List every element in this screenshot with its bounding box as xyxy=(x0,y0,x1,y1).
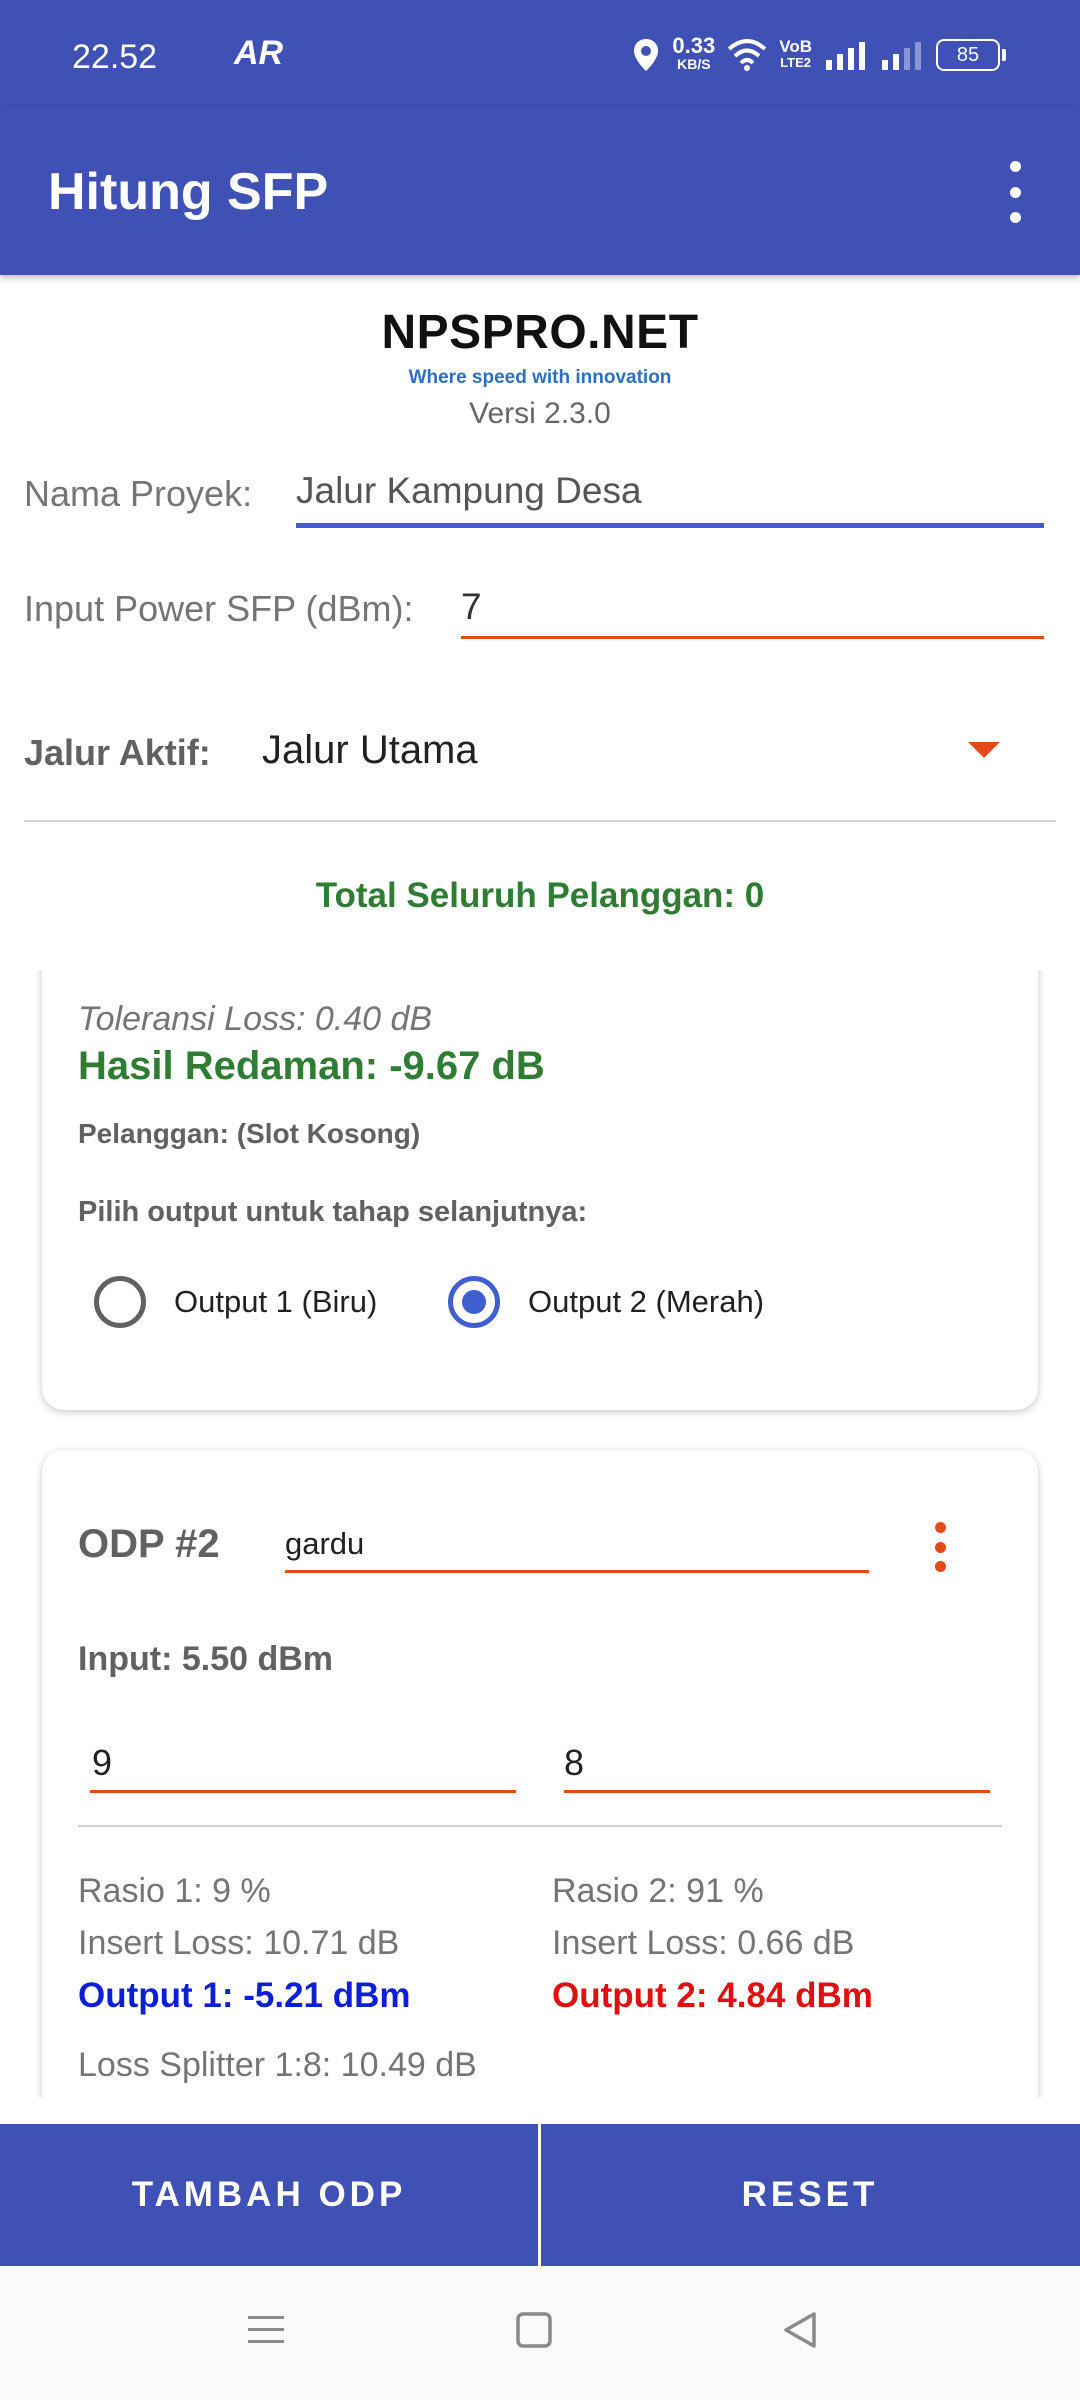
output-1-power: Output 1: -5.21 dBm xyxy=(78,1976,411,2015)
ratio-input-1-underline xyxy=(90,1790,516,1793)
volte-bottom: LTE2 xyxy=(780,55,812,70)
project-name-label: Nama Proyek: xyxy=(24,473,253,514)
reset-button[interactable]: RESET xyxy=(541,2124,1079,2266)
splitter-ratio-input-1[interactable]: 9 xyxy=(92,1742,112,1784)
net-speed-value: 0.33 xyxy=(672,33,716,58)
odp-list[interactable]: Toleransi Loss: 0.40 dB Hasil Redaman: -… xyxy=(0,970,1080,2097)
tolerance-loss: Toleransi Loss: 0.40 dB xyxy=(78,1000,433,1038)
output-2-power: Output 2: 4.84 dBm xyxy=(552,1976,873,2015)
splitter-loss: Loss Splitter 1:8: 10.49 dB xyxy=(78,2046,477,2084)
net-speed-unit: KB/S xyxy=(677,56,711,72)
radio-output-2[interactable]: Output 2 (Merah) xyxy=(448,1268,808,1338)
wifi-icon xyxy=(727,39,767,71)
active-path-dropdown[interactable]: Jalur Utama xyxy=(240,715,1040,790)
battery-icon: 85 xyxy=(936,39,1006,71)
active-path-value: Jalur Utama xyxy=(262,728,478,772)
divider xyxy=(24,820,1056,822)
customer-slot: Pelanggan: (Slot Kosong) xyxy=(78,1118,421,1149)
sfp-power-underline xyxy=(461,636,1044,639)
dropdown-arrow-icon xyxy=(968,742,1000,758)
project-name-underline xyxy=(296,523,1044,528)
ratio-1: Rasio 1: 9 % xyxy=(78,1872,271,1910)
insert-loss-1: Insert Loss: 10.71 dB xyxy=(78,1924,400,1962)
odp-name-underline xyxy=(285,1570,869,1573)
menu-icon[interactable] xyxy=(246,2310,286,2350)
status-bar: 22.52 AR 0.33 KB/S VoB LTE2 85 xyxy=(0,0,1080,107)
brand-name: NPSPRO.NET xyxy=(381,306,699,359)
ar-icon: AR xyxy=(234,34,284,72)
back-triangle-icon[interactable] xyxy=(780,2310,820,2350)
signal-icon-2 xyxy=(882,42,921,70)
choose-output-label: Pilih output untuk tahap selanjutnya: xyxy=(78,1196,588,1228)
ratio-input-2-underline xyxy=(564,1790,990,1793)
app-version: Versi 2.3.0 xyxy=(469,397,611,430)
bottom-action-bar: TAMBAH ODP RESET xyxy=(0,2124,1080,2266)
odp-name-input[interactable]: gardu xyxy=(285,1526,364,1562)
odp-title: ODP #2 xyxy=(78,1522,220,1566)
app-bar: Hitung SFP xyxy=(0,107,1080,275)
odp-input-power: Input: 5.50 dBm xyxy=(78,1640,334,1678)
net-speed: 0.33 KB/S xyxy=(672,33,716,73)
brand-tagline: Where speed with innovation xyxy=(408,367,672,388)
status-icons: 0.33 KB/S VoB LTE2 85 xyxy=(632,30,1006,80)
sfp-power-input[interactable]: 7 xyxy=(461,586,482,628)
ratio-2: Rasio 2: 91 % xyxy=(552,1872,764,1910)
system-nav-bar xyxy=(0,2266,1080,2400)
card-divider xyxy=(78,1825,1002,1827)
radio-unchecked-icon xyxy=(94,1276,146,1328)
signal-icon xyxy=(826,42,865,70)
attenuation-result: Hasil Redaman: -9.67 dB xyxy=(78,1044,545,1088)
active-path-label: Jalur Aktif: xyxy=(24,732,211,773)
radio-output-2-label: Output 2 (Merah) xyxy=(528,1284,765,1319)
sfp-power-label: Input Power SFP (dBm): xyxy=(24,588,414,629)
more-vert-icon[interactable] xyxy=(990,157,1040,227)
location-icon xyxy=(634,39,659,71)
odp-card-1: Toleransi Loss: 0.40 dB Hasil Redaman: -… xyxy=(42,970,1038,1410)
volte-top: VoB xyxy=(779,37,812,56)
app-title: Hitung SFP xyxy=(48,163,329,221)
total-customers: Total Seluruh Pelanggan: 0 xyxy=(315,876,765,915)
volte-icon: VoB LTE2 xyxy=(779,37,812,71)
status-time: 22.52 xyxy=(72,38,158,76)
odp-card-2: ODP #2 gardu Input: 5.50 dBm 9 8 Rasio 1… xyxy=(42,1450,1038,2097)
add-odp-button[interactable]: TAMBAH ODP xyxy=(0,2124,538,2266)
odp-more-vert-icon[interactable] xyxy=(935,1522,949,1572)
splitter-ratio-input-2[interactable]: 8 xyxy=(564,1742,584,1784)
radio-checked-icon xyxy=(448,1276,500,1328)
radio-output-1[interactable]: Output 1 (Biru) xyxy=(94,1268,414,1338)
insert-loss-2: Insert Loss: 0.66 dB xyxy=(552,1924,855,1962)
project-name-input[interactable]: Jalur Kampung Desa xyxy=(296,470,642,512)
radio-output-1-label: Output 1 (Biru) xyxy=(174,1284,378,1319)
home-square-icon[interactable] xyxy=(514,2310,554,2350)
